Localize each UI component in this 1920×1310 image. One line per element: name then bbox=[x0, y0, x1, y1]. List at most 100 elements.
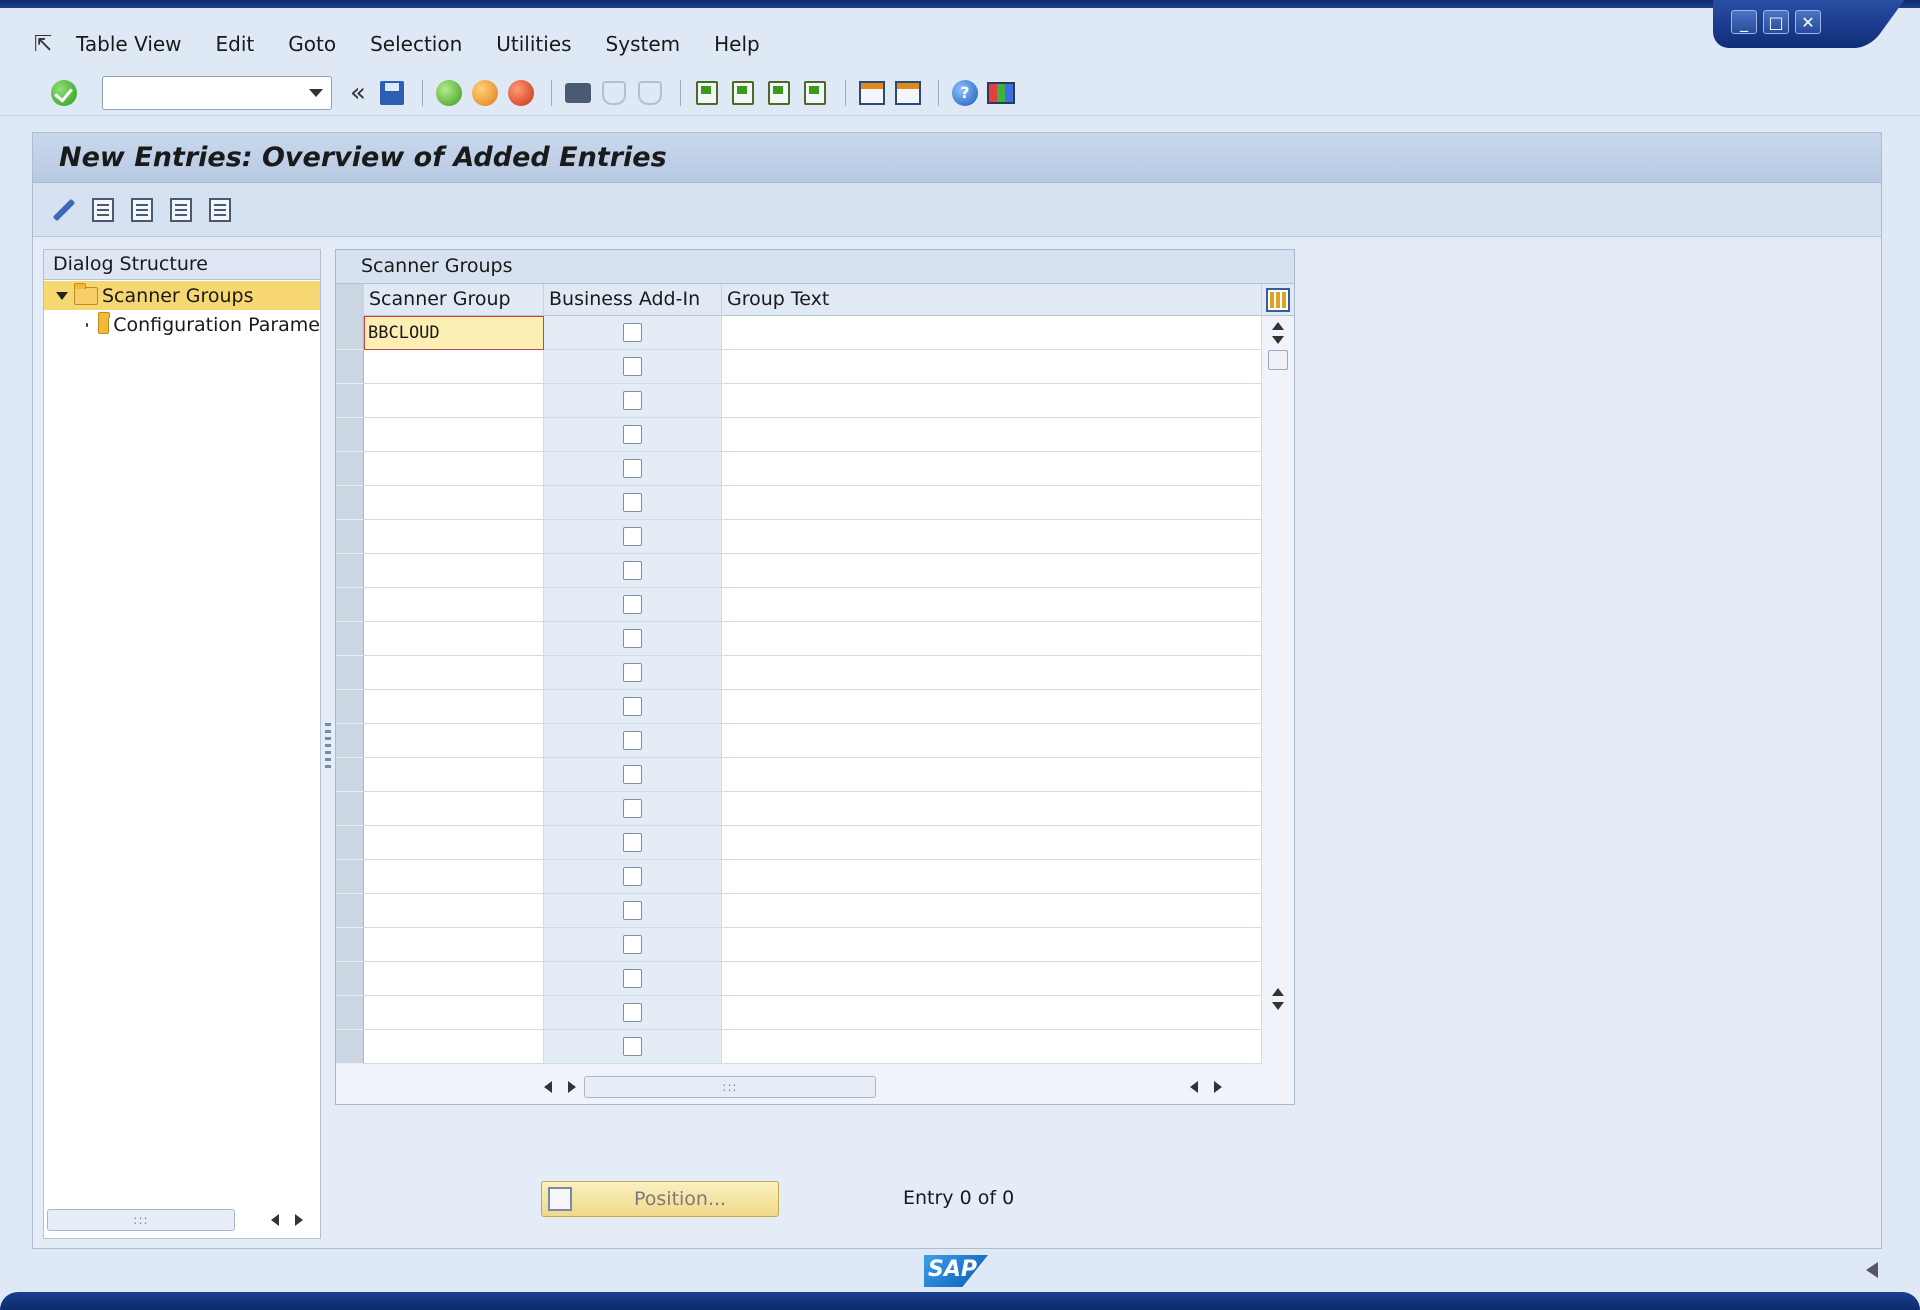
table-vertical-scrollbar[interactable] bbox=[1266, 316, 1290, 1068]
enter-button[interactable] bbox=[48, 77, 80, 109]
group-text-input[interactable] bbox=[722, 724, 1262, 758]
scanner-group-input[interactable] bbox=[364, 690, 544, 724]
scanner-group-input[interactable] bbox=[364, 656, 544, 690]
menu-system[interactable]: System bbox=[606, 32, 681, 56]
group-text-input[interactable] bbox=[722, 486, 1262, 520]
column-header-group-text[interactable]: Group Text bbox=[722, 284, 1262, 316]
scanner-group-input[interactable] bbox=[364, 418, 544, 452]
scanner-group-input[interactable] bbox=[364, 1030, 544, 1064]
business-add-in-checkbox[interactable] bbox=[623, 561, 642, 580]
first-page-button[interactable] bbox=[691, 77, 723, 109]
back-button[interactable] bbox=[433, 77, 465, 109]
table-horizontal-scrollbar[interactable]: ::: bbox=[536, 1076, 1276, 1098]
scroll-thumb[interactable]: ::: bbox=[47, 1209, 235, 1231]
scroll-right-end-icon[interactable] bbox=[1214, 1081, 1222, 1093]
business-add-in-checkbox[interactable] bbox=[623, 697, 642, 716]
page-down-icon[interactable] bbox=[1272, 1002, 1284, 1010]
row-selector[interactable] bbox=[336, 622, 364, 656]
group-text-input[interactable] bbox=[722, 758, 1262, 792]
scanner-group-input[interactable] bbox=[364, 452, 544, 486]
row-selector[interactable] bbox=[336, 520, 364, 554]
minimize-button[interactable]: _ bbox=[1731, 10, 1757, 34]
business-add-in-checkbox[interactable] bbox=[623, 1037, 642, 1056]
row-selector[interactable] bbox=[336, 724, 364, 758]
group-text-input[interactable] bbox=[722, 384, 1262, 418]
select-block-button[interactable] bbox=[166, 195, 196, 225]
group-text-input[interactable] bbox=[722, 520, 1262, 554]
scanner-group-input[interactable] bbox=[364, 554, 544, 588]
find-next-button[interactable] bbox=[634, 77, 666, 109]
scanner-group-input[interactable] bbox=[364, 962, 544, 996]
menu-help[interactable]: Help bbox=[714, 32, 760, 56]
group-text-input[interactable] bbox=[722, 350, 1262, 384]
cancel-button[interactable] bbox=[505, 77, 537, 109]
group-text-input[interactable] bbox=[722, 452, 1262, 486]
tree-node-scanner-groups[interactable]: Scanner Groups bbox=[44, 281, 320, 310]
scanner-group-input[interactable] bbox=[364, 622, 544, 656]
next-page-button[interactable] bbox=[763, 77, 795, 109]
group-text-input[interactable] bbox=[722, 1030, 1262, 1064]
business-add-in-checkbox[interactable] bbox=[623, 425, 642, 444]
create-session-button[interactable] bbox=[856, 77, 888, 109]
select-all-column-header[interactable] bbox=[336, 284, 364, 316]
group-text-input[interactable] bbox=[722, 656, 1262, 690]
scroll-thumb[interactable]: ::: bbox=[584, 1076, 876, 1098]
scanner-group-input[interactable] bbox=[364, 928, 544, 962]
position-button[interactable]: Position... bbox=[541, 1181, 779, 1217]
business-add-in-checkbox[interactable] bbox=[623, 731, 642, 750]
business-add-in-checkbox[interactable] bbox=[623, 1003, 642, 1022]
business-add-in-checkbox[interactable] bbox=[623, 493, 642, 512]
select-all-button[interactable] bbox=[127, 195, 157, 225]
column-settings-icon[interactable] bbox=[1266, 288, 1290, 312]
column-header-business-add-in[interactable]: Business Add-In bbox=[544, 284, 722, 316]
last-page-button[interactable] bbox=[799, 77, 831, 109]
group-text-input[interactable] bbox=[722, 622, 1262, 656]
scanner-group-input[interactable] bbox=[364, 996, 544, 1030]
scroll-track[interactable] bbox=[1266, 374, 1290, 982]
scanner-group-input[interactable] bbox=[364, 792, 544, 826]
scanner-group-input[interactable] bbox=[364, 588, 544, 622]
row-selector[interactable] bbox=[336, 588, 364, 622]
business-add-in-checkbox[interactable] bbox=[623, 969, 642, 988]
scanner-group-input[interactable] bbox=[364, 894, 544, 928]
collapse-chevron-icon[interactable]: « bbox=[350, 78, 366, 108]
display-change-button[interactable] bbox=[49, 195, 79, 225]
menu-table-view[interactable]: Table View bbox=[76, 32, 182, 56]
business-add-in-checkbox[interactable] bbox=[623, 799, 642, 818]
scroll-thumb[interactable] bbox=[1268, 350, 1288, 370]
menu-edit[interactable]: Edit bbox=[216, 32, 255, 56]
scanner-group-input[interactable] bbox=[364, 350, 544, 384]
group-text-input[interactable] bbox=[722, 860, 1262, 894]
row-selector[interactable] bbox=[336, 894, 364, 928]
business-add-in-checkbox[interactable] bbox=[623, 527, 642, 546]
layout-button[interactable] bbox=[985, 77, 1017, 109]
row-selector[interactable] bbox=[336, 758, 364, 792]
maximize-button[interactable]: □ bbox=[1763, 10, 1789, 34]
scanner-group-input[interactable] bbox=[364, 384, 544, 418]
group-text-input[interactable] bbox=[722, 962, 1262, 996]
business-add-in-checkbox[interactable] bbox=[623, 595, 642, 614]
group-text-input[interactable] bbox=[722, 996, 1262, 1030]
row-selector[interactable] bbox=[336, 554, 364, 588]
shortcut-button[interactable] bbox=[892, 77, 924, 109]
row-selector[interactable] bbox=[336, 1030, 364, 1064]
group-text-input[interactable] bbox=[722, 690, 1262, 724]
group-text-input[interactable] bbox=[722, 894, 1262, 928]
row-selector[interactable] bbox=[336, 962, 364, 996]
close-button[interactable]: ✕ bbox=[1795, 10, 1821, 34]
deselect-all-button[interactable] bbox=[205, 195, 235, 225]
group-text-input[interactable] bbox=[722, 554, 1262, 588]
row-selector[interactable] bbox=[336, 486, 364, 520]
panel-splitter[interactable] bbox=[325, 723, 331, 771]
scanner-group-input[interactable] bbox=[364, 486, 544, 520]
save-button[interactable] bbox=[376, 77, 408, 109]
row-selector[interactable] bbox=[336, 418, 364, 452]
row-selector[interactable] bbox=[336, 996, 364, 1030]
business-add-in-checkbox[interactable] bbox=[623, 867, 642, 886]
group-text-input[interactable] bbox=[722, 588, 1262, 622]
column-header-scanner-group[interactable]: Scanner Group bbox=[364, 284, 544, 316]
business-add-in-checkbox[interactable] bbox=[623, 833, 642, 852]
business-add-in-checkbox[interactable] bbox=[623, 663, 642, 682]
delete-button[interactable] bbox=[88, 195, 118, 225]
group-text-input[interactable] bbox=[722, 928, 1262, 962]
